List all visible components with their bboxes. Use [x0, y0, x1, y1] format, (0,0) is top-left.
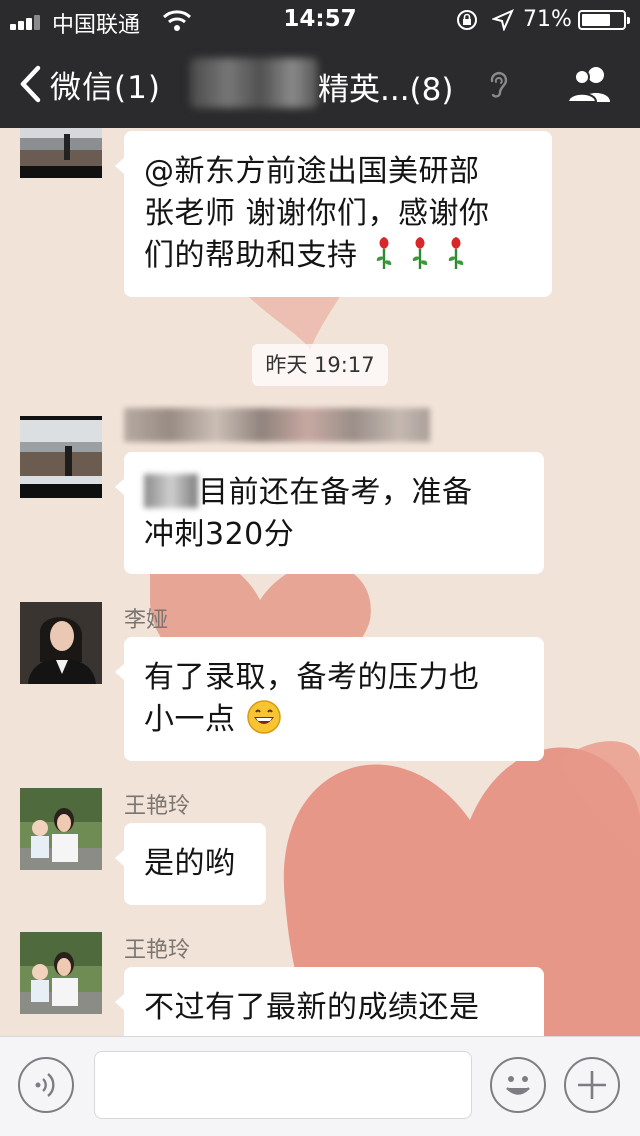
message-line: 们的帮助和支持 — [144, 235, 532, 277]
message-list[interactable]: @新东方前途出国美研部 张老师 谢谢你们，感谢你 们的帮助和支持 昨天 19:1… — [0, 128, 640, 1036]
sender-name: 李娅 — [124, 608, 169, 633]
emoji-button[interactable] — [490, 1057, 546, 1113]
sender-name: 王艳玲 — [124, 794, 191, 819]
group-members-icon[interactable] — [566, 64, 616, 104]
message-line: 小一点 — [144, 699, 524, 741]
plus-icon — [578, 1071, 606, 1099]
more-button[interactable] — [564, 1057, 620, 1113]
top-bar: 中国联通 14:57 71% 微信(1) 精英...(8) — [0, 0, 640, 128]
rotation-lock-icon — [457, 10, 477, 30]
avatar[interactable] — [20, 416, 102, 498]
message-line: 目前还在备考，准备 — [144, 472, 524, 514]
chat-title: 精英...(8) — [318, 72, 454, 108]
emoji-icon — [506, 1076, 530, 1095]
input-bar — [0, 1036, 640, 1136]
message-input[interactable] — [94, 1051, 472, 1119]
message-text: @新东方前途出国美研部 — [144, 154, 480, 189]
message-bubble[interactable]: @新东方前途出国美研部 张老师 谢谢你们，感谢你 们的帮助和支持 — [115, 131, 552, 297]
sender-name: 王艳玲 — [124, 938, 191, 963]
blurred-sender-name — [124, 408, 430, 442]
message-text: 有了录取，备考的压力也 — [144, 660, 480, 695]
message-timestamp: 昨天 19:17 — [252, 344, 388, 386]
blurred-title-area — [190, 58, 318, 108]
ear-icon — [490, 72, 508, 98]
chevron-left-icon — [20, 65, 41, 103]
back-label: 微信(1) — [50, 69, 161, 106]
message-text: 目前还在备考，准备 — [198, 475, 473, 510]
rose-emoji-icon — [376, 237, 463, 269]
message-text: 们的帮助和支持 — [144, 238, 358, 273]
message-bubble[interactable]: 是的哟 — [115, 823, 266, 905]
message-bubble[interactable]: 不过有了最新的成绩还是 — [115, 967, 544, 1036]
battery-icon — [578, 10, 630, 30]
message-bubble[interactable]: 目前还在备考，准备 冲刺320分 — [115, 452, 544, 574]
message-text: 是的哟 — [144, 846, 236, 881]
grinning-face-emoji-icon — [246, 700, 281, 734]
voice-input-button[interactable] — [18, 1057, 74, 1113]
status-bar: 中国联通 14:57 71% — [0, 0, 640, 40]
avatar[interactable] — [20, 128, 102, 178]
message-text: 小一点 — [144, 702, 236, 737]
avatar[interactable] — [20, 932, 102, 1014]
avatar[interactable] — [20, 788, 102, 870]
message-bubble[interactable]: 有了录取，备考的压力也 小一点 — [115, 637, 544, 761]
voice-icon — [35, 1073, 55, 1097]
navigation-bar: 微信(1) 精英...(8) — [0, 40, 640, 128]
blurred-text — [144, 474, 198, 508]
battery-percentage: 71% — [523, 7, 572, 32]
location-arrow-icon — [492, 9, 514, 31]
message-text: 不过有了最新的成绩还是 — [144, 990, 480, 1025]
message-text: 张老师 谢谢你们，感谢你 — [144, 196, 490, 231]
back-button[interactable]: 微信(1) — [18, 60, 161, 108]
avatar[interactable] — [20, 602, 102, 684]
message-text: 冲刺320分 — [144, 517, 295, 552]
